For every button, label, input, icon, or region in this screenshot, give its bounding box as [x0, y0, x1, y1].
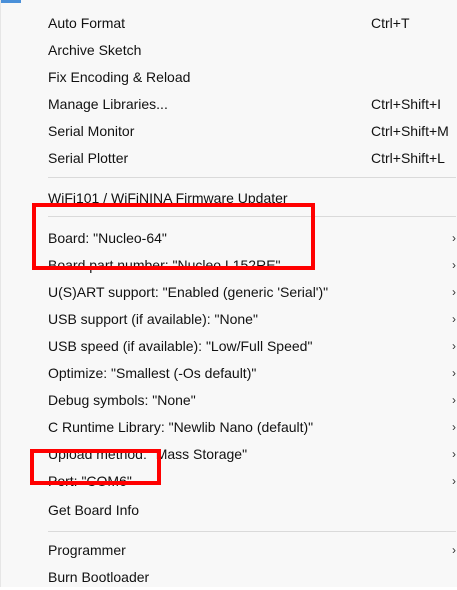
menu-separator [48, 177, 456, 178]
menu-item-usart-support[interactable]: U(S)ART support: "Enabled (generic 'Seri… [1, 278, 457, 305]
menu-item-label: Manage Libraries... [48, 95, 168, 112]
menu-item-label: Get Board Info [48, 501, 140, 518]
menu-item-burn-bootloader[interactable]: Burn Bootloader [1, 563, 457, 590]
menu-item-label: Archive Sketch [48, 41, 142, 58]
menu-item-label: C Runtime Library: "Newlib Nano (default… [48, 418, 314, 435]
menu-item-manage-libraries[interactable]: Manage Libraries... Ctrl+Shift+I [1, 90, 457, 117]
menu-item-label: USB speed (if available): "Low/Full Spee… [48, 337, 313, 354]
chevron-right-icon: › [452, 230, 456, 245]
menu-item-debug-symbols[interactable]: Debug symbols: "None" › [1, 386, 457, 413]
menu-item-shortcut: Ctrl+Shift+M [371, 122, 449, 139]
chevron-right-icon: › [452, 446, 456, 461]
menu-item-label: Auto Format [48, 14, 126, 31]
menu-top-accent [1, 0, 21, 3]
menu-item-programmer[interactable]: Programmer › [1, 536, 457, 563]
menu-item-serial-monitor[interactable]: Serial Monitor Ctrl+Shift+M [1, 117, 457, 144]
menu-item-get-board-info[interactable]: Get Board Info [1, 496, 457, 523]
menu-item-shortcut: Ctrl+Shift+L [371, 149, 445, 166]
menu-item-label: Serial Plotter [48, 149, 129, 166]
highlight-box-port [30, 449, 161, 485]
menu-separator [48, 531, 456, 532]
highlight-box-board [32, 203, 315, 270]
menu-item-optimize[interactable]: Optimize: "Smallest (-Os default)" › [1, 359, 457, 386]
menu-item-auto-format[interactable]: Auto Format Ctrl+T [1, 9, 457, 36]
menu-item-serial-plotter[interactable]: Serial Plotter Ctrl+Shift+L [1, 144, 457, 171]
menu-item-label: Optimize: "Smallest (-Os default)" [48, 364, 257, 381]
chevron-right-icon: › [452, 284, 456, 299]
menu-item-usb-support[interactable]: USB support (if available): "None" › [1, 305, 457, 332]
chevron-right-icon: › [452, 392, 456, 407]
menu-item-label: U(S)ART support: "Enabled (generic 'Seri… [48, 283, 329, 300]
chevron-right-icon: › [452, 419, 456, 434]
menu-item-label: Debug symbols: "None" [48, 391, 196, 408]
menu-item-usb-speed[interactable]: USB speed (if available): "Low/Full Spee… [1, 332, 457, 359]
chevron-right-icon: › [452, 338, 456, 353]
menu-item-label: Serial Monitor [48, 122, 135, 139]
menu-item-archive-sketch[interactable]: Archive Sketch [1, 36, 457, 63]
chevron-right-icon: › [452, 311, 456, 326]
chevron-right-icon: › [452, 257, 456, 272]
tools-menu: Auto Format Ctrl+T Archive Sketch Fix En… [0, 0, 457, 587]
menu-item-c-runtime-library[interactable]: C Runtime Library: "Newlib Nano (default… [1, 413, 457, 440]
chevron-right-icon: › [452, 473, 456, 488]
chevron-right-icon: › [452, 542, 456, 557]
menu-item-fix-encoding-reload[interactable]: Fix Encoding & Reload [1, 63, 457, 90]
menu-item-label: Programmer [48, 541, 126, 558]
menu-item-shortcut: Ctrl+T [371, 14, 410, 31]
menu-item-shortcut: Ctrl+Shift+I [371, 95, 442, 112]
menu-item-label: USB support (if available): "None" [48, 310, 258, 327]
chevron-right-icon: › [452, 365, 456, 380]
menu-item-label: Fix Encoding & Reload [48, 68, 191, 85]
menu-item-label: Burn Bootloader [48, 568, 150, 585]
